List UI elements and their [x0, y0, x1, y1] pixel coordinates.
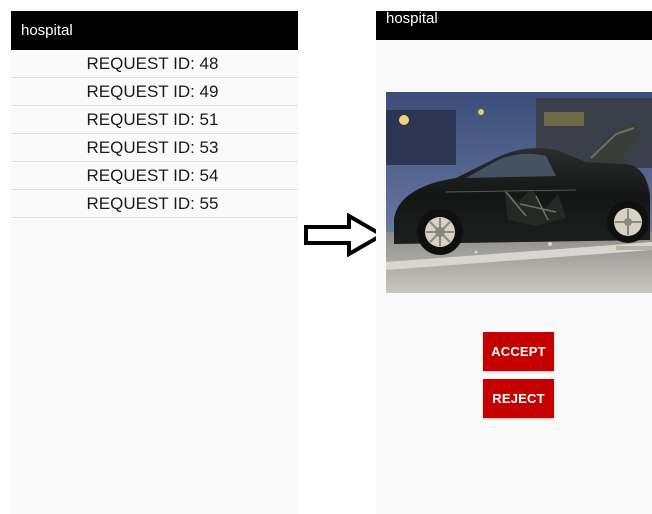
app-toolbar: hospital [376, 11, 652, 40]
app-title: hospital [386, 10, 438, 27]
request-item-49[interactable]: REQUEST ID: 49 [11, 78, 298, 106]
request-detail-screen: hospital ACCEPT REJECT [376, 11, 652, 514]
request-item-label: REQUEST ID: 51 [86, 110, 219, 129]
right-arrow-icon [304, 213, 385, 257]
request-list-screen: hospital REQUEST ID: 48 REQUEST ID: 49 R… [11, 11, 298, 514]
request-item-label: REQUEST ID: 49 [86, 82, 219, 101]
accept-button[interactable]: ACCEPT [483, 332, 554, 371]
request-item-55[interactable]: REQUEST ID: 55 [11, 190, 298, 218]
request-item-label: REQUEST ID: 55 [86, 194, 219, 213]
request-item-label: REQUEST ID: 53 [86, 138, 219, 157]
request-item-51[interactable]: REQUEST ID: 51 [11, 106, 298, 134]
request-item-54[interactable]: REQUEST ID: 54 [11, 162, 298, 190]
request-list: REQUEST ID: 48 REQUEST ID: 49 REQUEST ID… [11, 50, 298, 218]
request-item-label: REQUEST ID: 54 [86, 166, 219, 185]
damaged-car-image [386, 92, 652, 293]
request-item-48[interactable]: REQUEST ID: 48 [11, 50, 298, 78]
request-item-53[interactable]: REQUEST ID: 53 [11, 134, 298, 162]
app-title: hospital [21, 22, 73, 39]
reject-button[interactable]: REJECT [483, 379, 554, 418]
comparison-figure: hospital REQUEST ID: 48 REQUEST ID: 49 R… [0, 0, 652, 514]
app-toolbar: hospital [11, 11, 298, 50]
accident-photo [386, 92, 652, 293]
request-item-label: REQUEST ID: 48 [86, 54, 219, 73]
